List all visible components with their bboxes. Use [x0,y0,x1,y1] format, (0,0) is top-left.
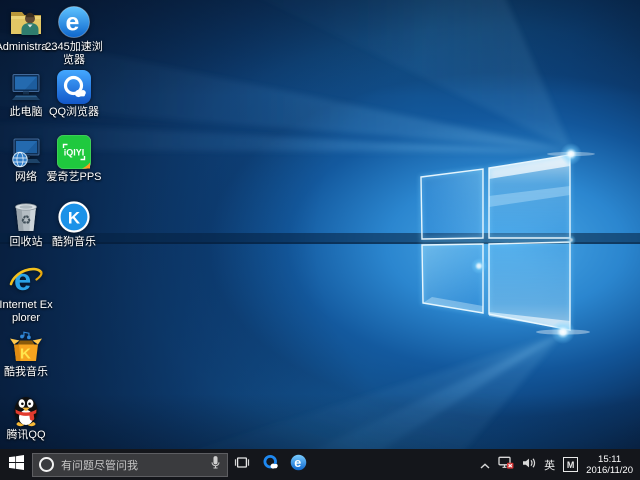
icon-label: 爱奇艺PPS [46,171,101,184]
search-placeholder: 有问题尽管问我 [61,457,210,473]
volume-button[interactable] [522,456,536,474]
icon-label: 腾讯QQ [6,429,45,442]
network-disconnected-icon [498,456,514,474]
desktop-icon-2345-browser[interactable]: e 2345加速浏览器 [45,5,103,67]
kuwo-music-box-icon: K [9,330,43,364]
svg-text:iQIYI: iQIYI [64,148,85,158]
start-button[interactable] [0,449,32,480]
svg-text:e: e [294,455,301,469]
desktop-icon-kugou-music[interactable]: K 酷狗音乐 [45,200,103,249]
taskbar: 有问题尽管问我 e [0,449,640,480]
ie-icon: e [9,263,43,297]
svg-text:e: e [66,9,80,37]
kugou-music-icon: K [57,200,91,234]
svg-text:K: K [68,209,81,228]
network-globe-icon [9,135,43,169]
desktop-icon-kuwo-music[interactable]: K 酷我音乐 [0,330,55,379]
taskbar-2345-browser-button[interactable]: e [284,449,312,480]
icon-label: 网络 [15,171,37,184]
clock-time: 15:11 [598,454,621,465]
icon-label: 酷狗音乐 [52,236,96,249]
speaker-icon [522,456,536,474]
taskbar-search[interactable]: 有问题尽管问我 [32,453,228,477]
desktop-icon-qq-browser[interactable]: QQ浏览器 [45,70,103,119]
ime-mode-indicator: M [563,457,578,472]
icon-label: QQ浏览器 [49,106,99,119]
svg-text:K: K [20,346,31,363]
icon-label: 此电脑 [10,106,43,119]
tray-expand-button[interactable] [480,456,490,474]
svg-text:♻: ♻ [21,213,32,227]
ime-language-indicator[interactable]: 英 [544,457,555,473]
microphone-icon[interactable] [210,455,221,475]
taskbar-qq-browser-button[interactable] [256,449,284,480]
task-view-button[interactable] [228,449,256,480]
2345-browser-icon: e [290,454,307,476]
taskbar-clock[interactable]: 15:11 2016/11/20 [586,454,633,476]
system-tray: 英 M 15:11 2016/11/20 [480,449,640,480]
chevron-up-icon [480,456,490,474]
icon-label: Internet Explorer [0,299,55,325]
icon-label: 2345加速浏览器 [45,41,103,67]
ime-mode-button[interactable]: M [563,457,578,472]
clock-date: 2016/11/20 [586,465,633,476]
2345-browser-icon: e [57,5,91,39]
cortana-icon [39,457,54,472]
user-folder-icon [9,5,43,39]
network-status-button[interactable] [498,456,514,474]
icon-label: 酷我音乐 [4,366,48,379]
desktop: Administra... 此电脑 网络 ♻ 回收站 e Internet Ex… [0,0,640,480]
qq-browser-icon [261,453,280,477]
desktop-icon-internet-explorer[interactable]: e Internet Explorer [0,263,55,325]
desktop-icon-tencent-qq[interactable]: 腾讯QQ [0,393,55,442]
icon-label: 回收站 [10,236,43,249]
recycle-bin-icon: ♻ [9,200,43,234]
start-windows-icon [9,455,24,475]
desktop-icon-iqiyi-pps[interactable]: iQIYI 爱奇艺PPS [45,135,103,184]
task-view-icon [234,456,250,474]
qq-penguin-icon [9,393,43,427]
qq-browser-icon [57,70,91,104]
svg-text:e: e [14,263,31,297]
computer-icon [9,70,43,104]
iqiyi-pps-icon: iQIYI [57,135,91,169]
